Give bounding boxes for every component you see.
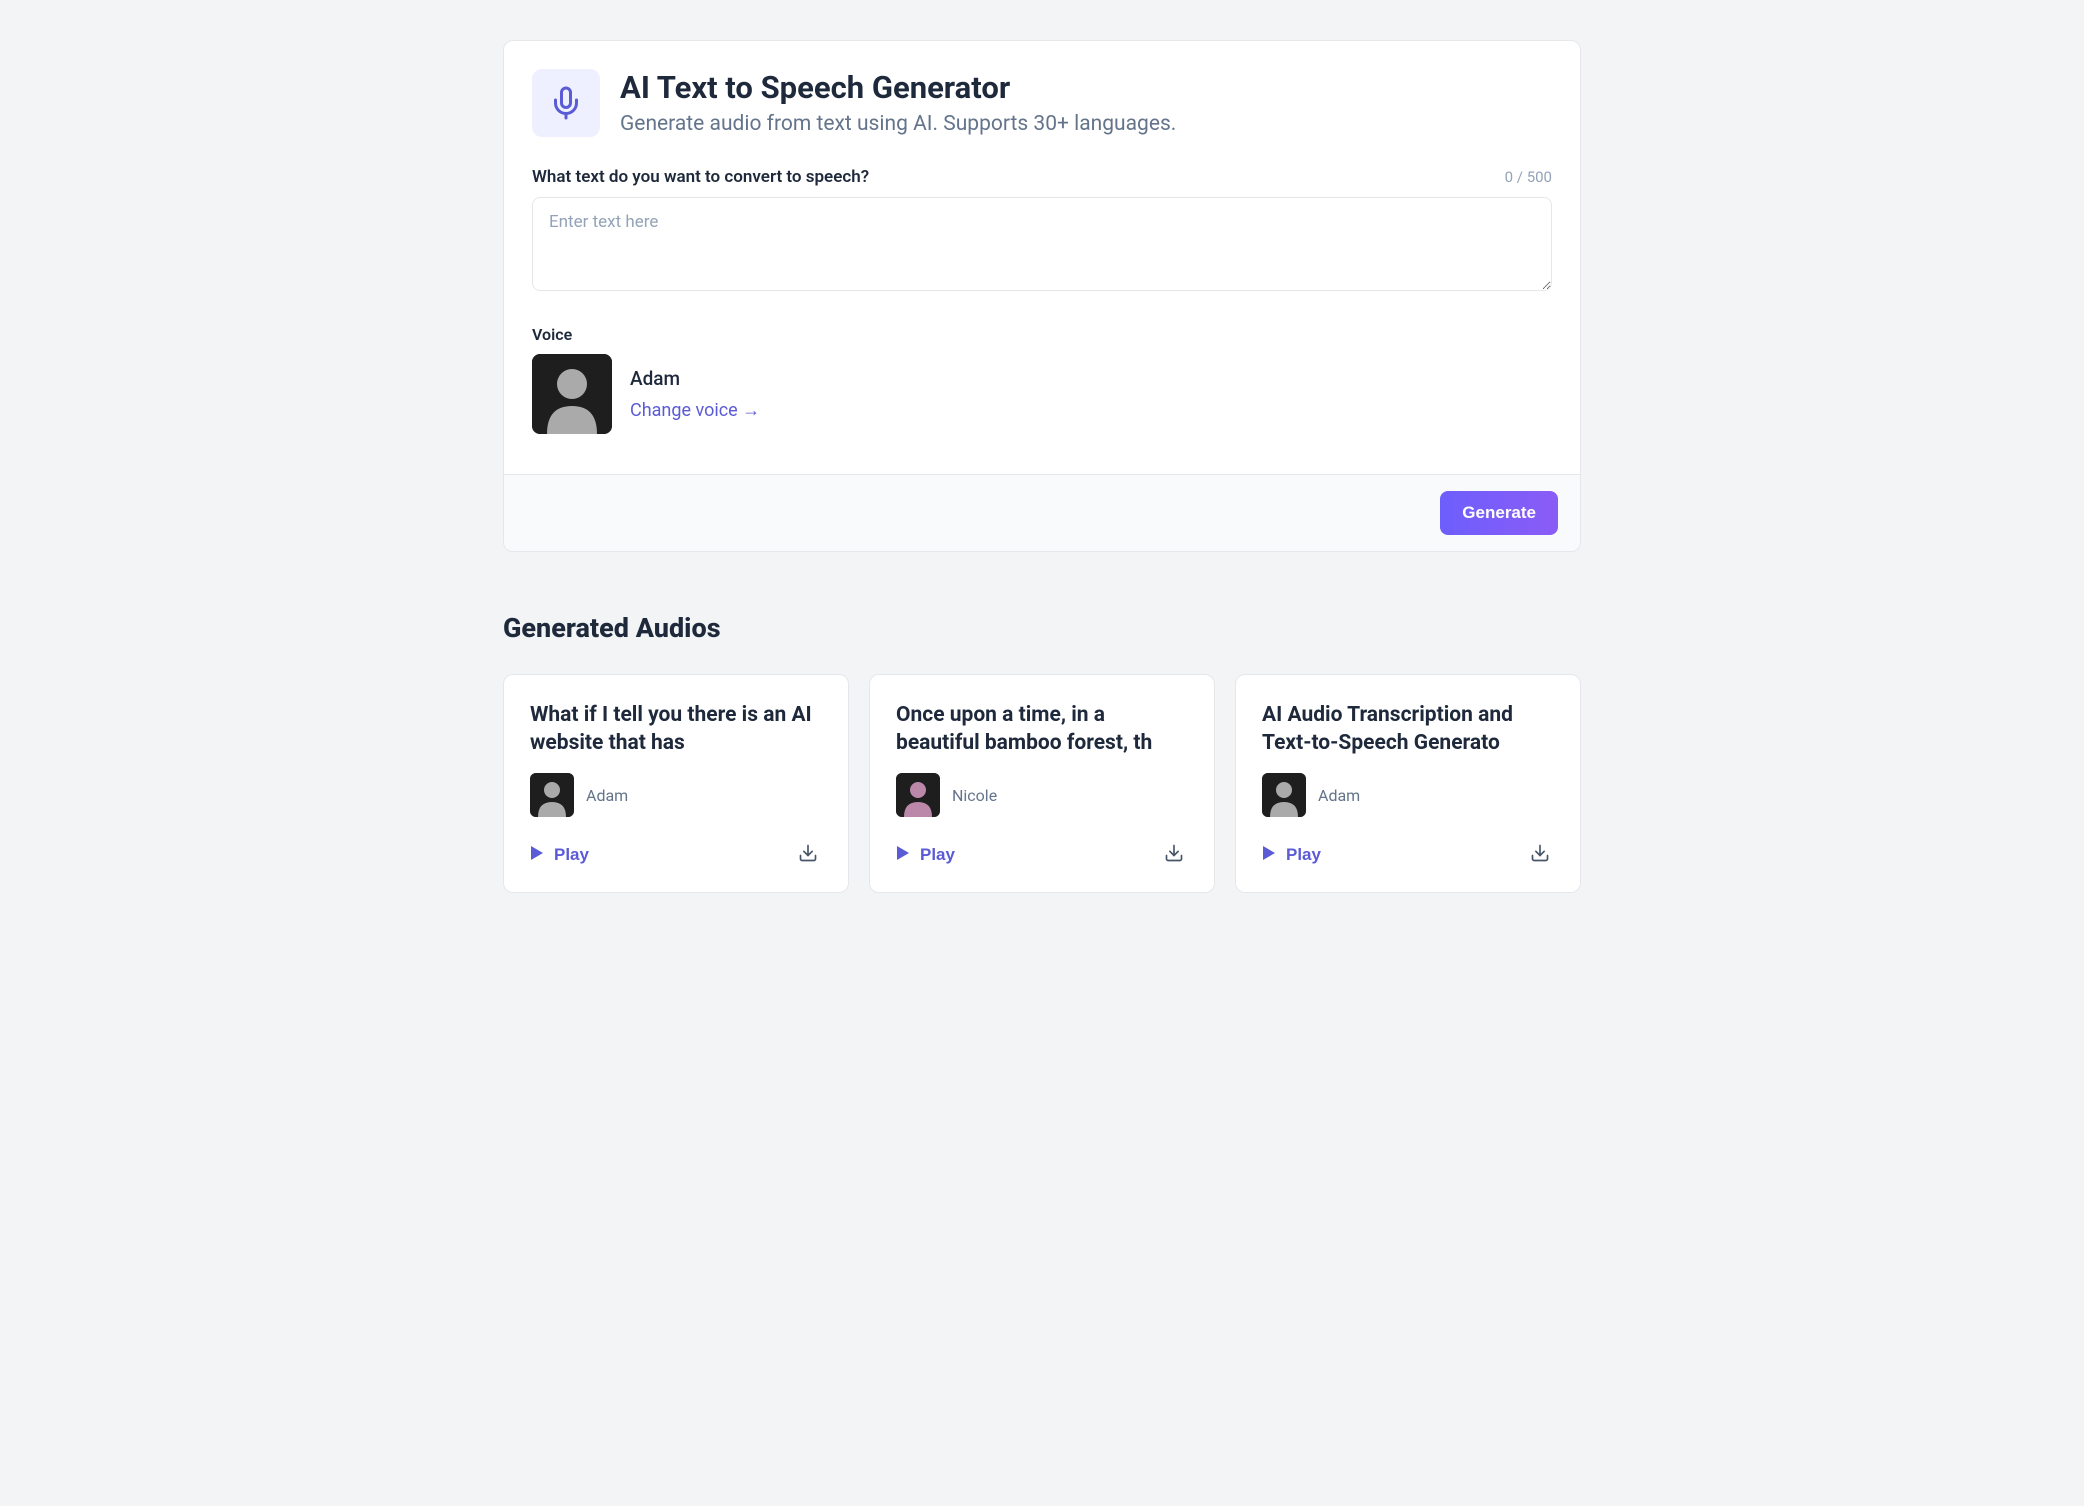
- voice-section-label: Voice: [532, 325, 1552, 344]
- play-label: Play: [920, 845, 955, 865]
- voice-avatar: [532, 354, 612, 434]
- play-label: Play: [1286, 845, 1321, 865]
- play-button[interactable]: Play: [530, 841, 589, 869]
- text-field-label: What text do you want to convert to spee…: [532, 167, 869, 187]
- play-button[interactable]: Play: [1262, 841, 1321, 869]
- audio-title: AI Audio Transcription and Text-to-Speec…: [1262, 701, 1554, 759]
- play-icon: [896, 845, 910, 865]
- audio-title: Once upon a time, in a beautiful bamboo …: [896, 701, 1188, 759]
- play-icon: [530, 845, 544, 865]
- download-icon: [1530, 843, 1550, 866]
- voice-avatar: [1262, 773, 1306, 817]
- audio-card: What if I tell you there is an AI websit…: [503, 674, 849, 893]
- audio-voice-name: Adam: [1318, 786, 1360, 805]
- page-title: AI Text to Speech Generator: [620, 69, 1176, 106]
- audio-voice-name: Nicole: [952, 786, 997, 805]
- audio-card: AI Audio Transcription and Text-to-Speec…: [1235, 674, 1581, 893]
- generator-card: AI Text to Speech Generator Generate aud…: [503, 40, 1581, 552]
- audio-title: What if I tell you there is an AI websit…: [530, 701, 822, 759]
- character-counter: 0 / 500: [1505, 168, 1552, 186]
- audio-card: Once upon a time, in a beautiful bamboo …: [869, 674, 1215, 893]
- generated-audios-grid: What if I tell you there is an AI websit…: [503, 674, 1581, 893]
- voice-avatar: [530, 773, 574, 817]
- selected-voice-name: Adam: [630, 367, 760, 390]
- audio-voice-name: Adam: [586, 786, 628, 805]
- play-button[interactable]: Play: [896, 841, 955, 869]
- generate-button[interactable]: Generate: [1440, 491, 1558, 535]
- download-icon: [798, 843, 818, 866]
- download-button[interactable]: [1526, 839, 1554, 870]
- generated-audios-heading: Generated Audios: [503, 612, 1581, 644]
- download-icon: [1164, 843, 1184, 866]
- play-label: Play: [554, 845, 589, 865]
- text-input[interactable]: [532, 197, 1552, 291]
- microphone-icon: [532, 69, 600, 137]
- play-icon: [1262, 845, 1276, 865]
- page-subtitle: Generate audio from text using AI. Suppo…: [620, 112, 1176, 136]
- download-button[interactable]: [1160, 839, 1188, 870]
- change-voice-link[interactable]: Change voice →: [630, 400, 760, 421]
- download-button[interactable]: [794, 839, 822, 870]
- voice-avatar: [896, 773, 940, 817]
